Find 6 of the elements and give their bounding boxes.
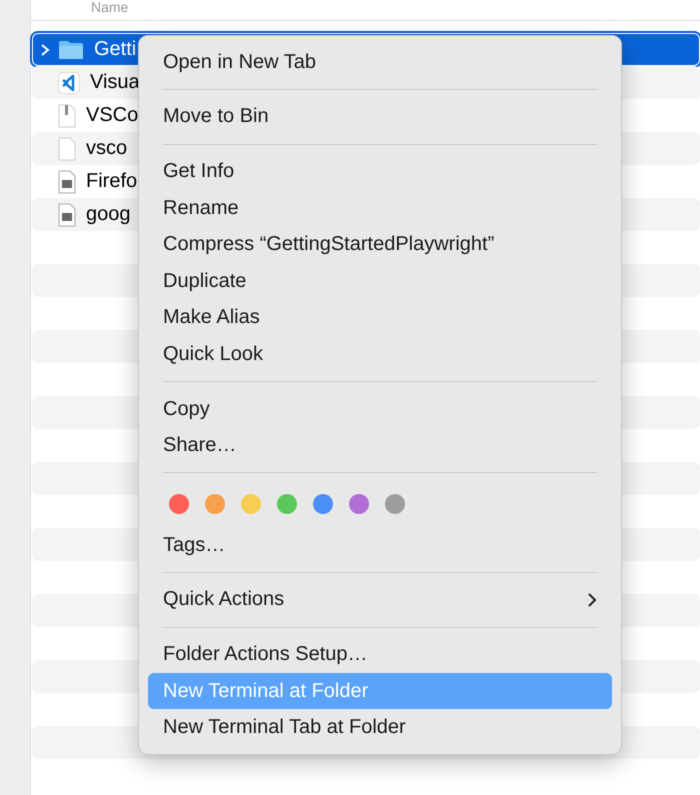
- file-name: Visua: [90, 71, 140, 94]
- file-name: Getti: [94, 38, 136, 61]
- file-name: vsco: [86, 137, 128, 160]
- file-name: VSCo: [86, 104, 138, 127]
- file-name: Firefo: [86, 170, 138, 193]
- file-name: goog: [86, 203, 130, 226]
